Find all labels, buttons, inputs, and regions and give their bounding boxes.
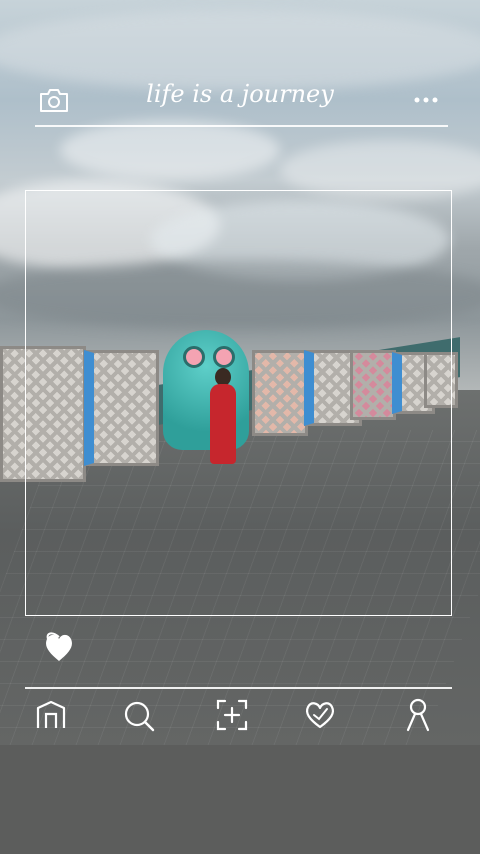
favorites-icon[interactable] xyxy=(300,695,340,735)
nav-divider xyxy=(25,687,452,689)
photo-frame xyxy=(25,190,452,616)
profile-icon[interactable] xyxy=(398,695,438,735)
bottom-shadow xyxy=(0,745,480,854)
header-title: life is a journey xyxy=(146,80,334,108)
more-icon[interactable] xyxy=(412,92,442,108)
add-icon[interactable] xyxy=(212,695,252,735)
heart-icon[interactable] xyxy=(42,627,76,665)
home-icon[interactable] xyxy=(31,695,71,735)
search-icon[interactable] xyxy=(119,695,159,735)
header-divider xyxy=(35,125,448,127)
bottom-nav xyxy=(0,695,480,739)
